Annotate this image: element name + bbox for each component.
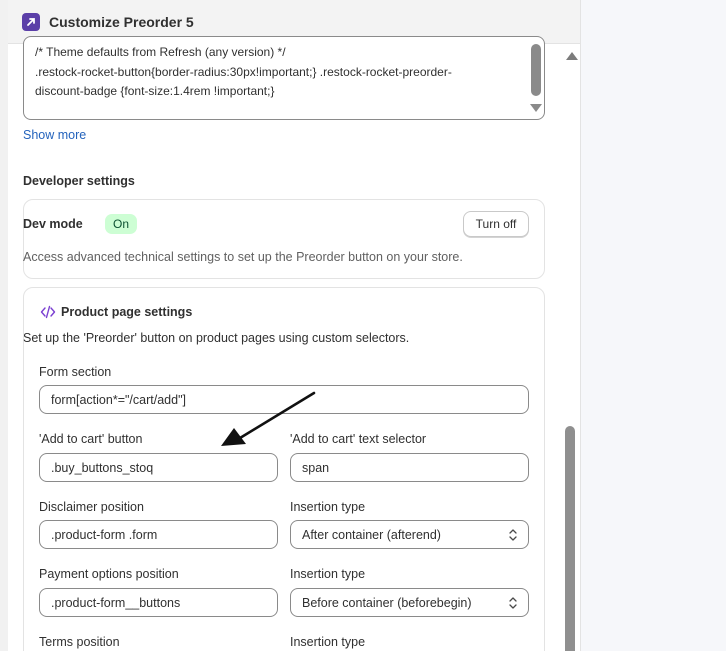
select-value: After container (afterend) <box>302 527 441 542</box>
terms-insertion-type-label: Insertion type <box>290 635 366 649</box>
developer-settings-heading: Developer settings <box>23 174 135 188</box>
select-value: Before container (beforebegin) <box>302 595 472 610</box>
css-line: discount-badge {font-size:1.4rem !import… <box>35 84 275 98</box>
select-chevron-icon <box>508 596 518 610</box>
product-page-settings-title: Product page settings <box>61 305 193 319</box>
css-line: .restock-rocket-button{border-radius:30p… <box>35 64 452 79</box>
dev-mode-status-badge: On <box>105 214 138 234</box>
add-to-cart-button-label: 'Add to cart' button <box>39 432 143 446</box>
restock-rocket-icon <box>22 12 40 31</box>
dev-mode-label: Dev mode <box>23 217 83 231</box>
customize-modal: Customize Preorder 5 /* Theme defaults f… <box>8 0 580 651</box>
disclaimer-insertion-type-select[interactable]: After container (afterend) <box>290 520 529 549</box>
product-page-settings-description: Set up the 'Preorder' button on product … <box>23 331 410 345</box>
form-section-label: Form section <box>39 365 112 379</box>
css-line: /* Theme defaults from Refresh (any vers… <box>35 45 286 59</box>
scroll-up-arrow-icon[interactable] <box>566 52 578 60</box>
terms-position-label: Terms position <box>39 635 120 649</box>
payment-options-position-label: Payment options position <box>39 567 179 581</box>
scroll-down-arrow-icon[interactable] <box>530 104 542 112</box>
turn-off-button[interactable]: Turn off <box>463 211 529 237</box>
textarea-scrollbar[interactable] <box>530 44 544 118</box>
custom-css-textarea[interactable]: /* Theme defaults from Refresh (any vers… <box>23 36 545 120</box>
modal-title: Customize Preorder 5 <box>49 13 194 30</box>
textarea-scroll-thumb[interactable] <box>531 44 541 96</box>
code-icon <box>40 305 56 319</box>
disclaimer-position-input[interactable] <box>39 520 278 549</box>
modal-scroll-thumb[interactable] <box>565 426 575 651</box>
preview-panel <box>580 0 726 651</box>
disclaimer-insertion-type-label: Insertion type <box>290 500 366 514</box>
payment-insertion-type-label: Insertion type <box>290 567 366 581</box>
payment-options-position-input[interactable] <box>39 588 278 617</box>
select-chevron-icon <box>508 528 518 542</box>
add-to-cart-button-input[interactable] <box>39 453 278 482</box>
modal-scrollbar[interactable] <box>564 44 580 651</box>
payment-insertion-type-select[interactable]: Before container (beforebegin) <box>290 588 529 617</box>
annotation-arrow-icon <box>221 391 316 446</box>
disclaimer-position-label: Disclaimer position <box>39 500 144 514</box>
dev-mode-description: Access advanced technical settings to se… <box>23 250 463 264</box>
add-to-cart-text-selector-input[interactable] <box>290 453 529 482</box>
show-more-link[interactable]: Show more <box>23 128 86 142</box>
